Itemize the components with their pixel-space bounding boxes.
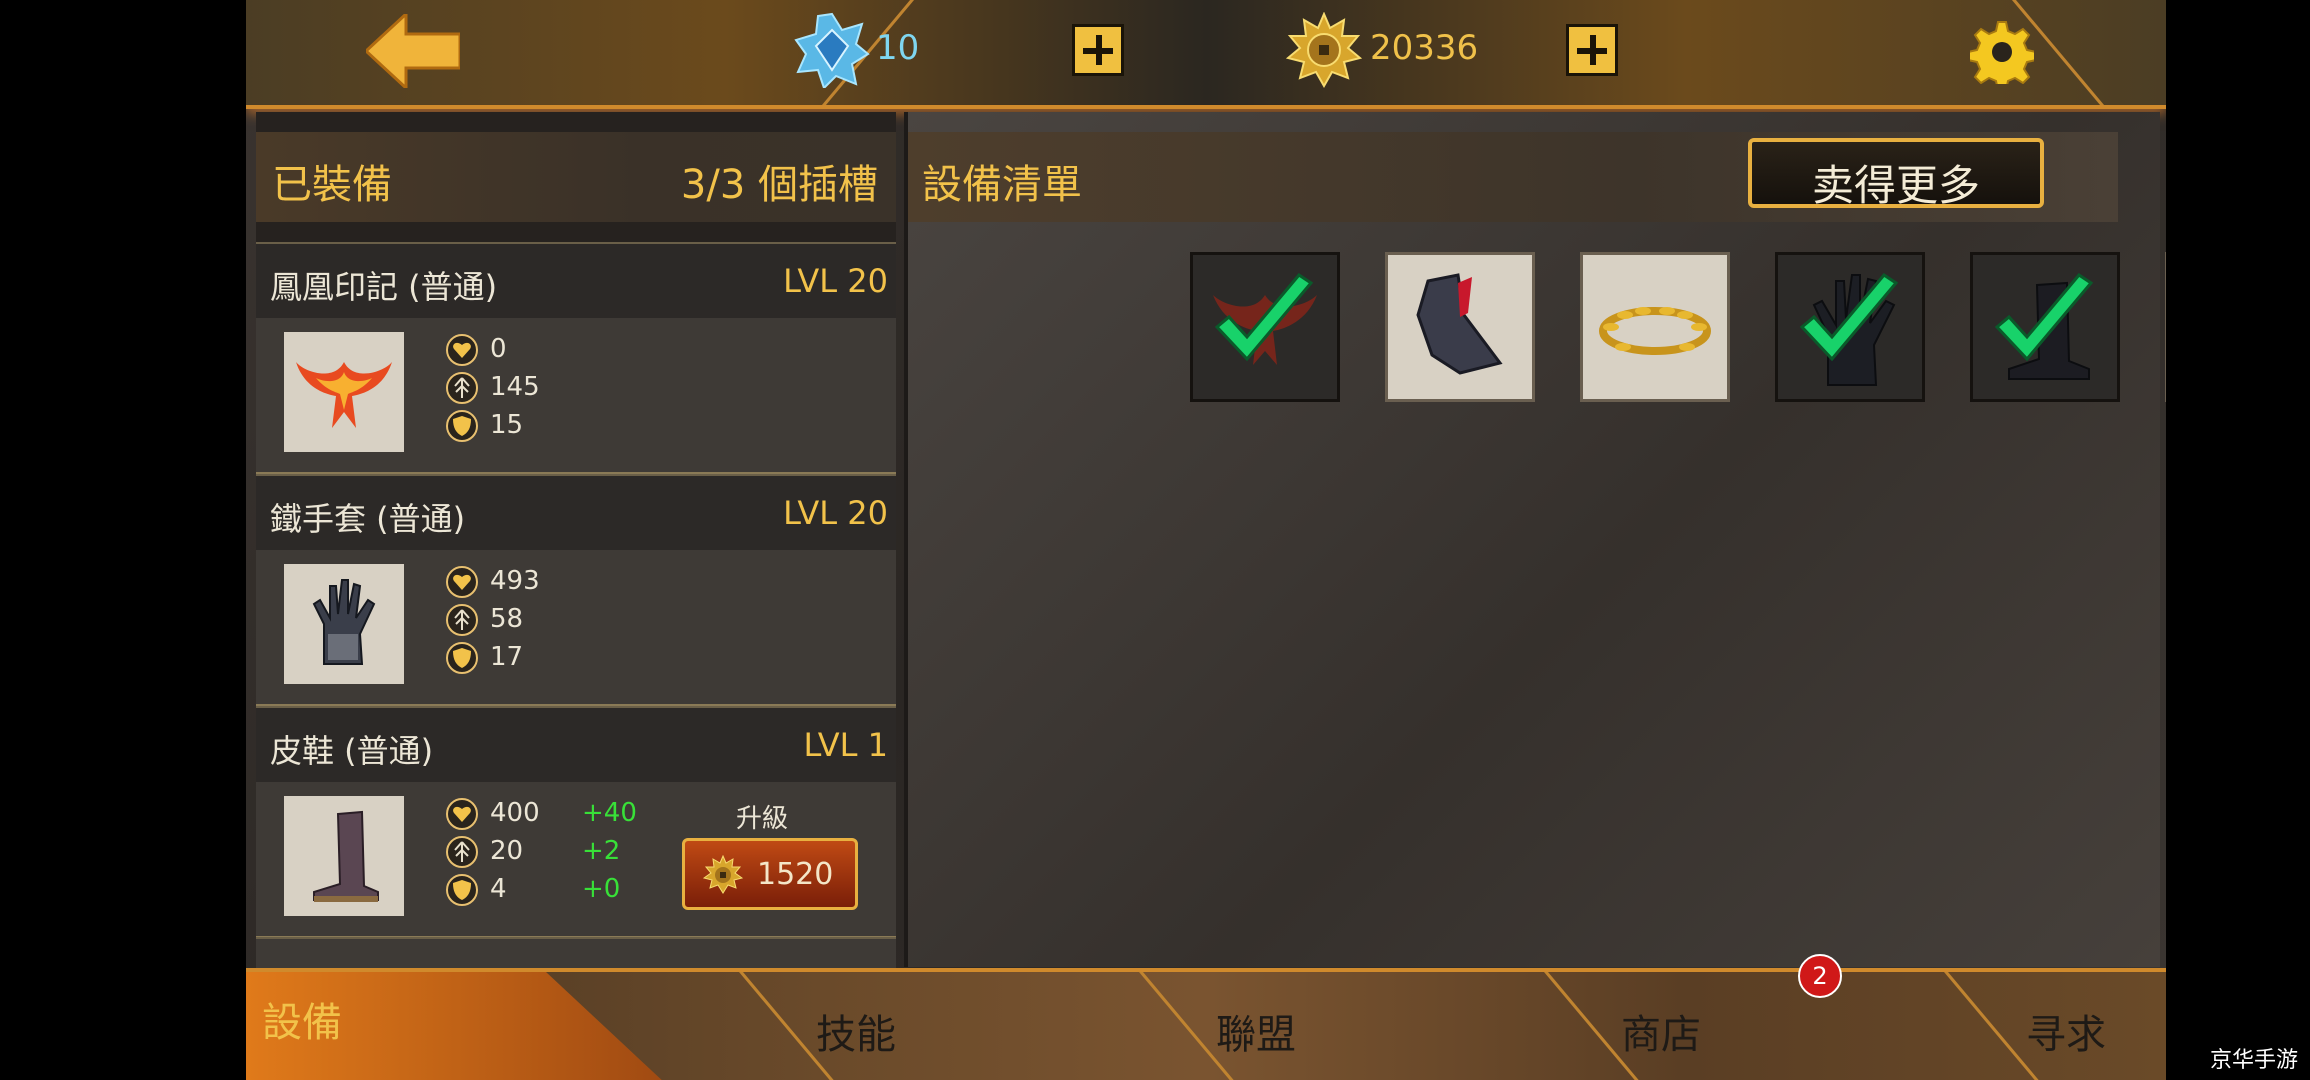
inventory-slot-glove-equipped[interactable] (1775, 252, 1925, 402)
phoenix-emblem-icon (1213, 273, 1317, 365)
game-screen: 10 20336 已裝備 3/3 個插槽 鳳凰印記 (普通) LVL 20 0 … (246, 0, 2166, 1080)
sell-more-button[interactable]: 卖得更多 (1748, 138, 2044, 210)
back-arrow-icon[interactable] (366, 14, 460, 88)
arrow-stat-icon (446, 836, 478, 868)
watermark: 京华手游 (2209, 1048, 2298, 1073)
stat-bonus: +40 (582, 798, 637, 828)
boot-icon (284, 796, 404, 916)
phoenix-emblem-icon (284, 332, 404, 452)
gear-icon[interactable] (1970, 20, 2034, 84)
inventory-title: 設備清單 (922, 162, 1082, 208)
inventory-slot-boot-equipped[interactable] (1970, 252, 2120, 402)
inventory-panel: 設備清單 卖得更多 (904, 112, 2166, 967)
inventory-slot-phoenix-equipped[interactable] (1190, 252, 1340, 402)
pauldron-icon (1416, 273, 1503, 375)
tab-alliance[interactable]: 聯盟 (1046, 972, 1466, 1080)
shield-stat-icon (446, 874, 478, 906)
glove-icon (284, 564, 404, 684)
item-name: 鳳凰印記 (普通) (270, 268, 498, 306)
equipped-item-iron-gloves[interactable]: 鐵手套 (普通) LVL 20 493 58 17 (256, 474, 896, 707)
equipped-header: 已裝備 3/3 個插槽 (256, 132, 896, 222)
inventory-header: 設備清單 卖得更多 (908, 132, 2118, 222)
inventory-slot-pauldron[interactable] (1385, 252, 1535, 402)
upgrade-label: 升級 (736, 804, 789, 834)
tab-equipment[interactable]: 設備 (246, 972, 666, 1080)
arrow-stat-icon (446, 604, 478, 636)
coin-count: 20336 (1370, 28, 1479, 68)
inventory-slot-laurel-wreath[interactable] (1580, 252, 1730, 402)
heart-stat-icon (446, 798, 478, 830)
tab-quest[interactable]: 寻求 (1856, 972, 2166, 1080)
inventory-slot-wooden-shield[interactable] (2165, 252, 2166, 402)
slots-count: 3/3 個插槽 (680, 162, 878, 208)
stat-bonus: +2 (582, 836, 621, 866)
item-level: LVL 1 (803, 726, 888, 764)
coin-icon (703, 855, 743, 894)
list-item (256, 937, 896, 969)
stat-bonus: +0 (582, 874, 621, 904)
notification-badge: 2 (1798, 954, 1842, 998)
heart-stat-icon (446, 334, 478, 366)
equipped-item-phoenix-mark[interactable]: 鳳凰印記 (普通) LVL 20 0 145 15 (256, 242, 896, 475)
item-name: 皮鞋 (普通) (270, 732, 434, 770)
item-name: 鐵手套 (普通) (270, 500, 466, 538)
item-header: 鳳凰印記 (普通) LVL 20 (256, 244, 896, 318)
tab-skills[interactable]: 技能 (646, 972, 1066, 1080)
bottom-nav: 設備 技能 聯盟 商店 寻求 2 (246, 954, 2166, 1080)
shield-stat-icon (446, 410, 478, 442)
item-level: LVL 20 (783, 262, 888, 300)
laurel-wreath-icon (1599, 307, 1711, 355)
item-header: 皮鞋 (普通) LVL 1 (256, 708, 896, 782)
equipped-item-leather-boots[interactable]: 皮鞋 (普通) LVL 1 400 +40 20 +2 4 +0 升級 1520 (256, 706, 896, 939)
shield-stat-icon (446, 642, 478, 674)
sell-more-label: 卖得更多 (1811, 161, 1980, 210)
add-coins-button[interactable] (1566, 24, 1618, 76)
boot-icon (1994, 273, 2094, 380)
upgrade-cost: 1520 (757, 857, 834, 892)
top-bar: 10 20336 (246, 0, 2166, 109)
gem-count: 10 (876, 28, 920, 68)
equipped-title: 已裝備 (272, 162, 392, 208)
glove-icon (1799, 273, 1899, 386)
arrow-stat-icon (446, 372, 478, 404)
item-header: 鐵手套 (普通) LVL 20 (256, 476, 896, 550)
add-gems-button[interactable] (1072, 24, 1124, 76)
coin-icon (1286, 12, 1362, 88)
item-level: LVL 20 (783, 494, 888, 532)
equipped-panel: 已裝備 3/3 個插槽 鳳凰印記 (普通) LVL 20 0 145 15 鐵手… (256, 112, 896, 969)
heart-stat-icon (446, 566, 478, 598)
upgrade-button[interactable]: 1520 (682, 838, 858, 910)
gem-icon (794, 12, 870, 88)
